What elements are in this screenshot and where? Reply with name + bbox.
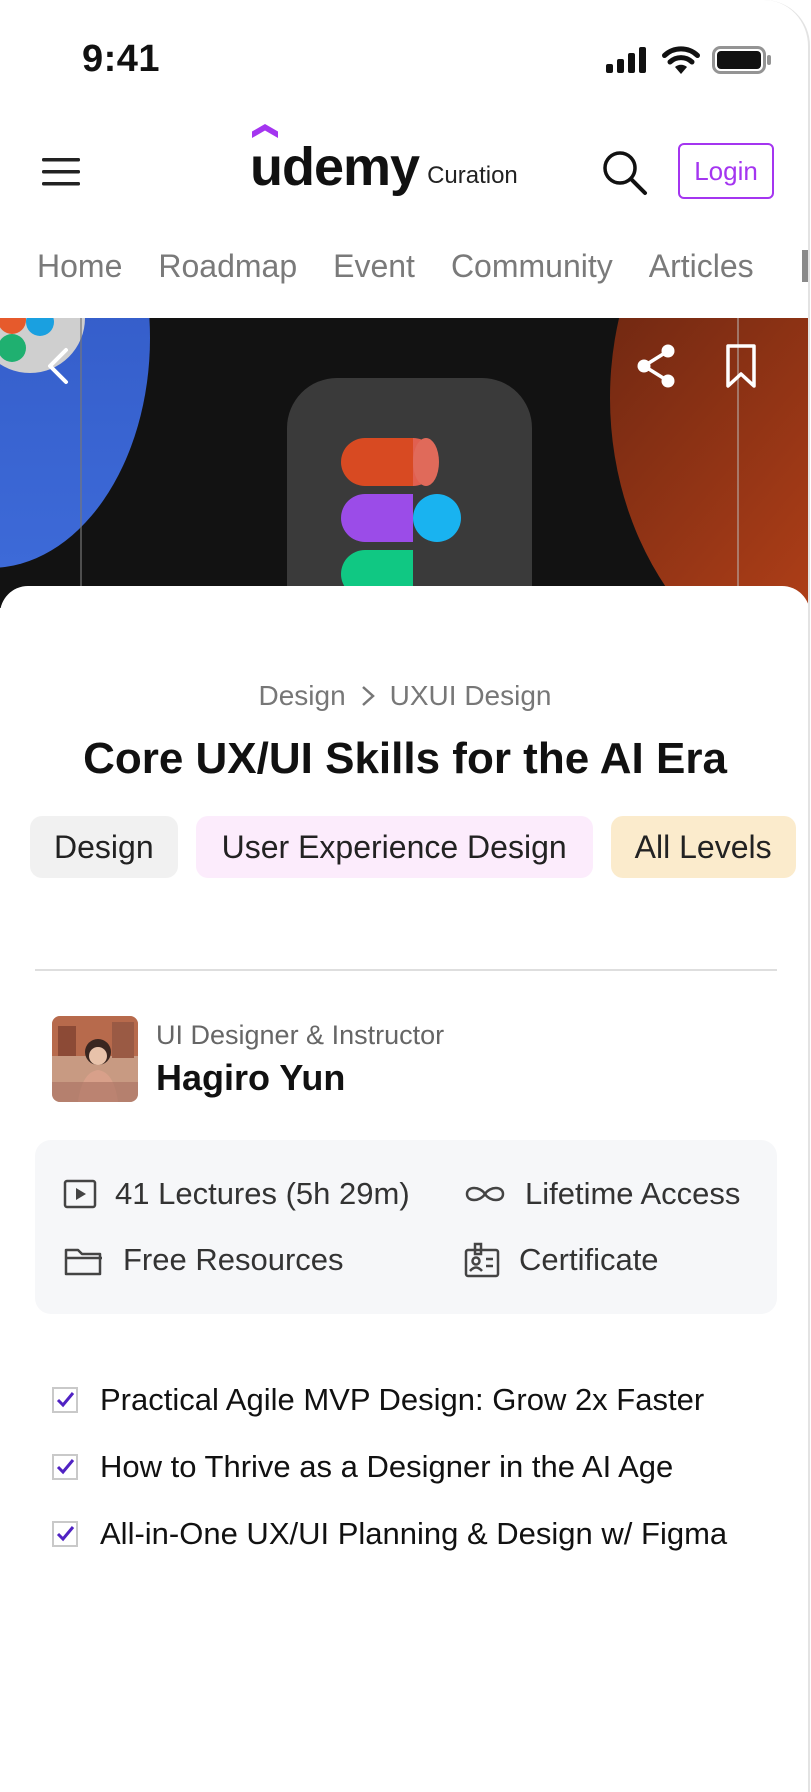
hamburger-icon — [42, 158, 80, 186]
course-features: 41 Lectures (5h 29m) Lifetime Access Fre… — [35, 1140, 777, 1314]
course-highlights: Practical Agile MVP Design: Grow 2x Fast… — [52, 1366, 727, 1567]
breadcrumb-item-design[interactable]: Design — [258, 680, 345, 712]
checkbox — [52, 1453, 78, 1480]
search-icon — [603, 151, 647, 195]
tab-community[interactable]: Community — [451, 248, 613, 285]
play-icon — [63, 1179, 97, 1209]
bookmark-button[interactable] — [722, 342, 762, 395]
checkbox — [52, 1520, 78, 1547]
course-title: Core UX/UI Skills for the AI Era — [83, 734, 727, 783]
bookmark-icon — [726, 344, 756, 388]
certificate-icon — [464, 1242, 500, 1278]
level-chip[interactable]: All Levels — [610, 816, 796, 878]
list-item: All-in-One UX/UI Planning & Design w/ Fi… — [52, 1500, 727, 1567]
feature-lectures: 41 Lectures (5h 29m) — [63, 1176, 410, 1212]
feature-resources: Free Resources — [63, 1242, 344, 1278]
checkbox — [52, 1386, 78, 1413]
logo-wordmark: udemy — [250, 137, 420, 197]
tab-home[interactable]: Home — [37, 248, 122, 285]
logo-hat-icon — [252, 124, 278, 138]
tab-articles[interactable]: Articles — [649, 248, 754, 285]
status-icons — [606, 46, 772, 74]
hero-image — [0, 318, 808, 608]
wifi-icon — [662, 46, 700, 74]
breadcrumb: Design UXUI Design — [0, 680, 808, 712]
check-icon — [56, 1525, 75, 1541]
status-bar: 9:41 — [0, 0, 808, 110]
feature-certificate: Certificate — [463, 1242, 659, 1278]
course-tags: Design User Experience Design All Levels — [30, 816, 796, 878]
infinity-icon — [465, 1186, 505, 1202]
check-icon — [56, 1458, 75, 1474]
share-button[interactable] — [634, 342, 678, 395]
tag-chip[interactable]: User Experience Design — [195, 816, 593, 878]
figma-artwork — [0, 318, 808, 608]
avatar — [52, 1016, 138, 1102]
divider — [35, 969, 777, 971]
folder-icon — [64, 1248, 102, 1276]
login-button[interactable]: Login — [678, 143, 774, 199]
udemy-logo[interactable]: udemy Curation — [250, 124, 518, 197]
check-icon — [56, 1391, 75, 1407]
phone-frame: 9:41 udemy Curation Login Home Roadmap E… — [0, 0, 810, 1792]
tab-roadmap[interactable]: Roadmap — [158, 248, 297, 285]
course-detail-card: Design UXUI Design Core UX/UI Skills for… — [0, 586, 808, 1792]
search-button[interactable] — [600, 148, 650, 198]
tab-event[interactable]: Event — [333, 248, 415, 285]
tag-chip[interactable]: Design — [30, 816, 178, 878]
battery-icon — [712, 46, 771, 74]
share-icon — [637, 344, 675, 388]
status-time: 9:41 — [82, 38, 161, 80]
menu-button[interactable] — [40, 150, 84, 194]
back-icon — [48, 348, 68, 384]
feature-access: Lifetime Access — [463, 1176, 740, 1212]
signal-icon — [606, 47, 646, 73]
top-nav: udemy Curation Login — [0, 124, 808, 220]
tab-overflow-indicator — [802, 250, 808, 282]
list-item: Practical Agile MVP Design: Grow 2x Fast… — [52, 1366, 727, 1433]
breadcrumb-item-uxui[interactable]: UXUI Design — [390, 680, 552, 712]
instructor-name: Hagiro Yun — [156, 1056, 346, 1098]
chevron-right-icon — [361, 686, 375, 706]
instructor-block[interactable]: UI Designer & Instructor Hagiro Yun — [52, 1016, 444, 1102]
logo-subtitle: Curation — [427, 162, 518, 189]
back-button[interactable] — [44, 344, 74, 393]
instructor-photo — [52, 1016, 138, 1102]
instructor-role: UI Designer & Instructor — [156, 1019, 445, 1050]
list-item: How to Thrive as a Designer in the AI Ag… — [52, 1433, 727, 1500]
tab-menu: Home Roadmap Event Community Articles — [37, 248, 790, 285]
